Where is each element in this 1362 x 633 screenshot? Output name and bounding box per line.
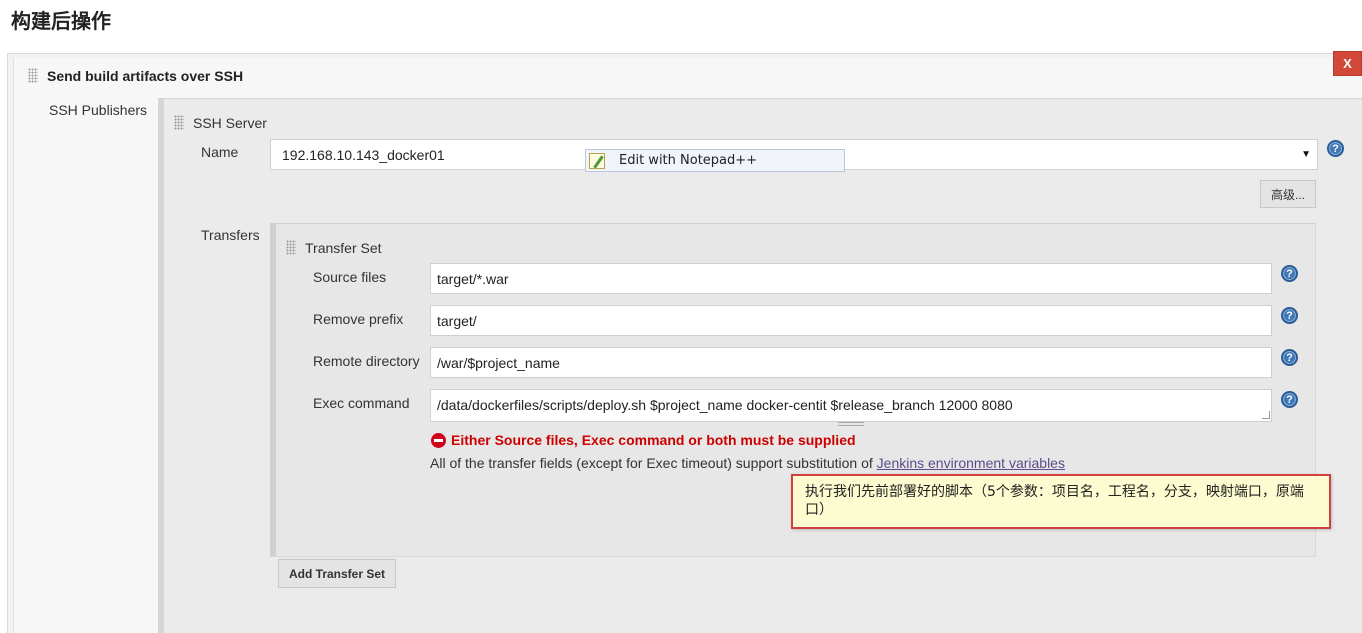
drag-handle-icon[interactable] bbox=[28, 68, 38, 83]
ssh-server-title: SSH Server bbox=[193, 115, 267, 131]
transfers-label: Transfers bbox=[201, 227, 260, 243]
drag-handle-icon[interactable] bbox=[286, 240, 296, 255]
publisher-title: Send build artifacts over SSH bbox=[47, 68, 244, 84]
page-title: 构建后操作 bbox=[11, 9, 111, 33]
info-text: All of the transfer fields (except for E… bbox=[430, 455, 877, 471]
help-icon[interactable]: ? bbox=[1281, 391, 1298, 408]
help-icon[interactable]: ? bbox=[1281, 307, 1298, 324]
notepad-popup-label: Edit with Notepad++ bbox=[619, 153, 758, 168]
jenkins-env-vars-link[interactable]: Jenkins environment variables bbox=[877, 455, 1065, 471]
source-files-input[interactable]: target/*.war bbox=[430, 263, 1272, 294]
remove-prefix-input[interactable]: target/ bbox=[430, 305, 1272, 336]
remote-directory-label: Remote directory bbox=[313, 353, 420, 369]
notepad-icon bbox=[589, 152, 605, 169]
add-transfer-set-button[interactable]: Add Transfer Set bbox=[278, 559, 396, 588]
exec-command-label: Exec command bbox=[313, 395, 410, 411]
notepad-popup[interactable]: Edit with Notepad++ bbox=[585, 149, 845, 172]
remote-directory-input[interactable]: /war/$project_name bbox=[430, 347, 1272, 378]
advanced-button[interactable]: 高级... bbox=[1260, 180, 1316, 208]
help-icon[interactable]: ? bbox=[1327, 140, 1344, 157]
help-icon[interactable]: ? bbox=[1281, 349, 1298, 366]
source-files-label: Source files bbox=[313, 269, 387, 285]
help-icon[interactable]: ? bbox=[1281, 265, 1298, 282]
delete-publisher-button[interactable]: X bbox=[1333, 51, 1362, 76]
annotation-callout: 执行我们先前部署好的脚本（5个参数：项目名，工程名，分支，映射端口，原端口） bbox=[791, 474, 1331, 529]
info-text-row: All of the transfer fields (except for E… bbox=[430, 455, 1065, 471]
exec-command-textarea[interactable]: /data/dockerfiles/scripts/deploy.sh $pro… bbox=[430, 389, 1272, 422]
textarea-resize-icon[interactable] bbox=[1262, 411, 1270, 419]
error-icon bbox=[431, 433, 446, 448]
textarea-resize-grip[interactable] bbox=[838, 422, 864, 426]
name-label: Name bbox=[201, 144, 239, 160]
ssh-publishers-label: SSH Publishers bbox=[49, 102, 148, 118]
transfer-set-title: Transfer Set bbox=[305, 240, 382, 256]
chevron-down-icon: ▼ bbox=[1301, 149, 1311, 160]
error-message: Either Source files, Exec command or bot… bbox=[451, 432, 856, 448]
server-name-value: 192.168.10.143_docker01 bbox=[282, 146, 445, 163]
remove-prefix-label: Remove prefix bbox=[313, 311, 404, 327]
drag-handle-icon[interactable] bbox=[174, 115, 184, 130]
